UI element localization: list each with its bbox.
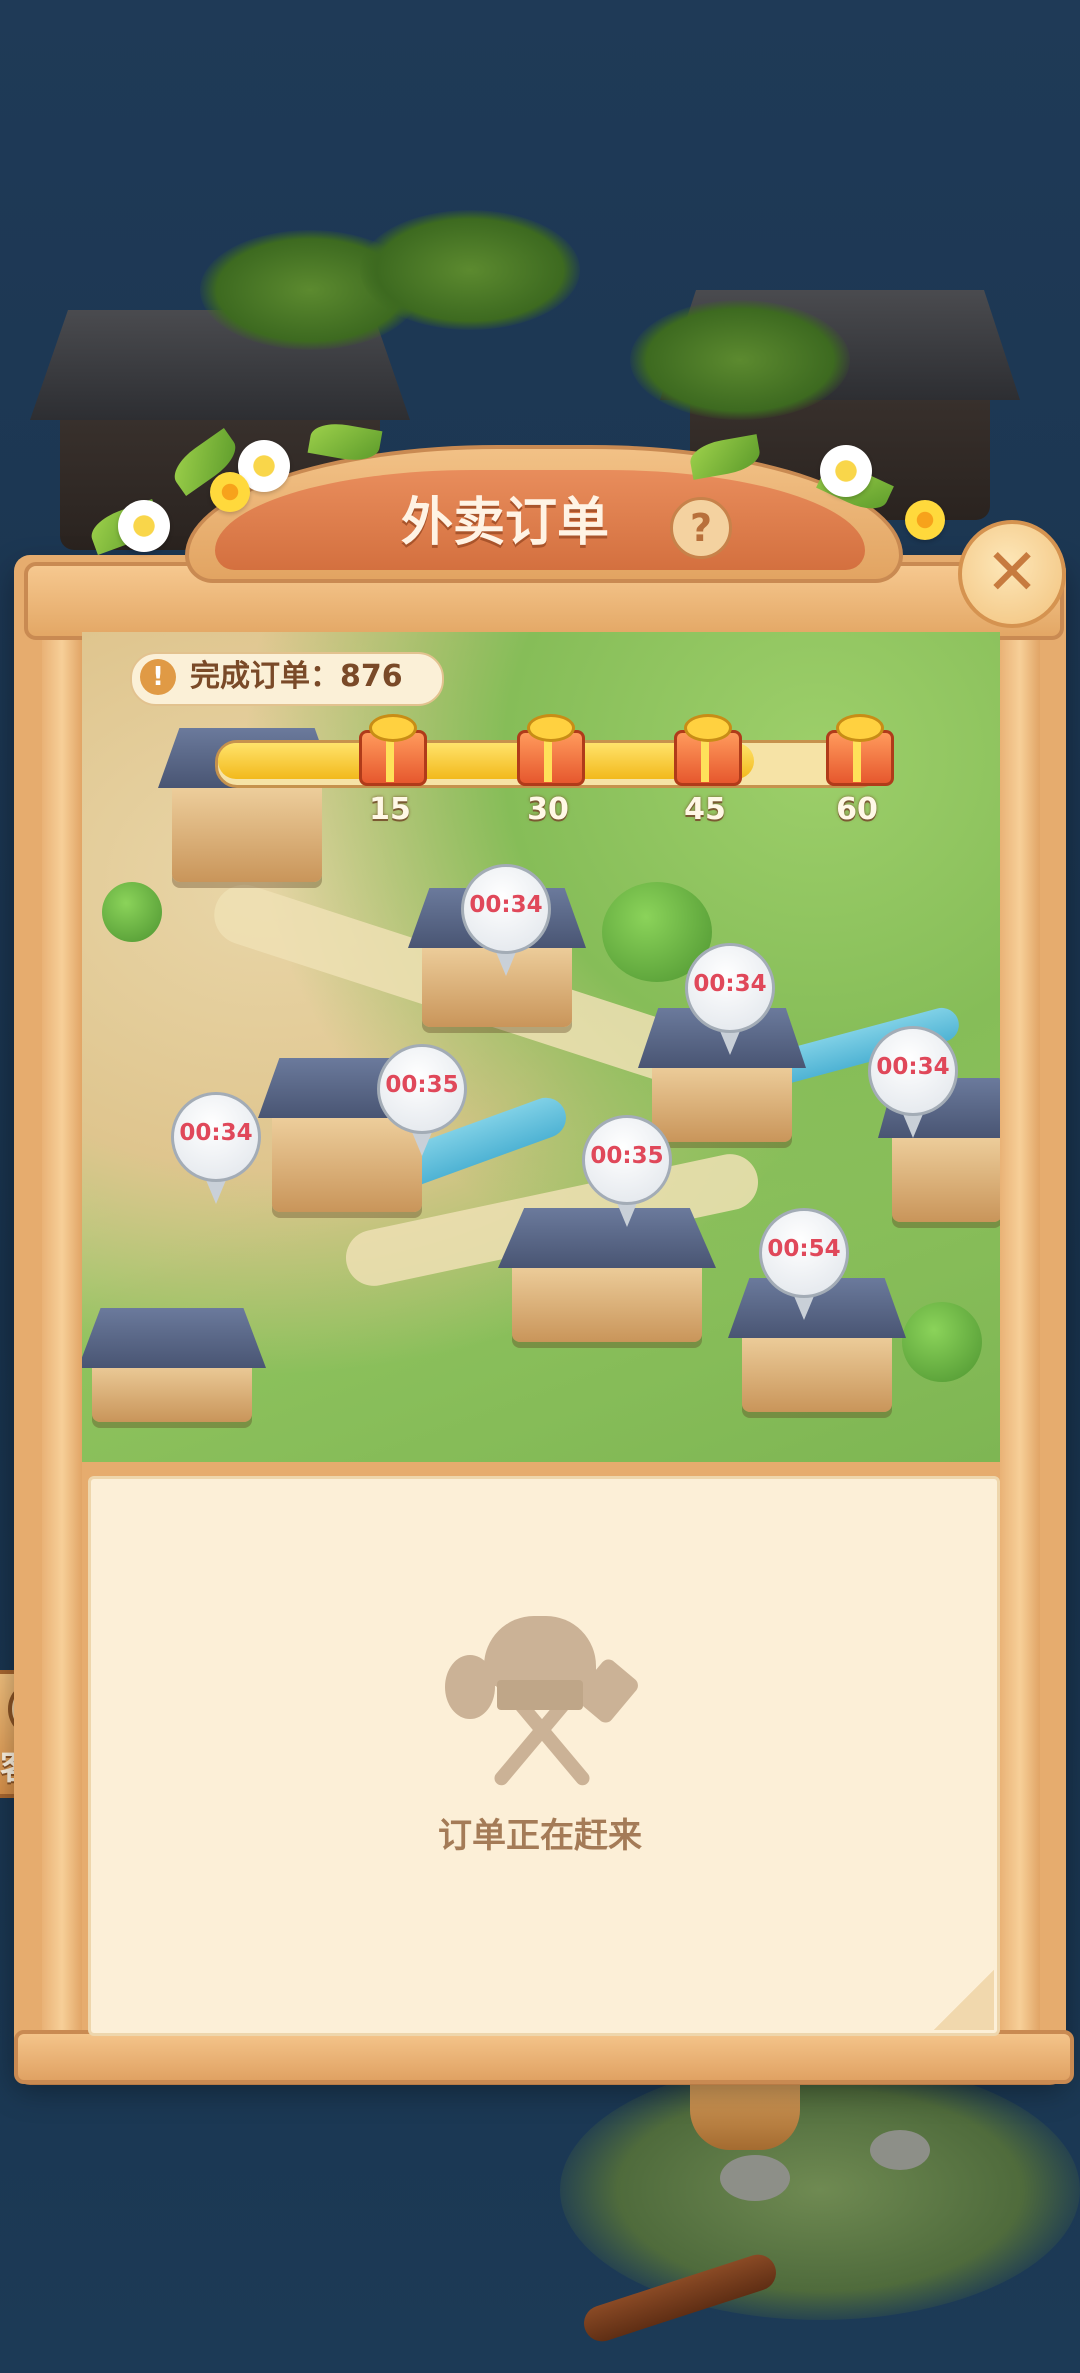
- milestone-label: 45: [684, 792, 726, 827]
- milestone-label: 30: [527, 792, 569, 827]
- background-palm-center: [360, 210, 580, 330]
- background-rock: [720, 2155, 790, 2201]
- chef-hat-band: [497, 1680, 583, 1710]
- alert-icon: !: [140, 659, 176, 695]
- empty-orders-text: 订单正在赶来: [438, 1816, 642, 1856]
- help-button[interactable]: ?: [670, 497, 732, 559]
- order-timer-pin[interactable]: 00:34: [171, 1092, 261, 1212]
- gift-box-icon[interactable]: [355, 712, 427, 786]
- completed-orders-text: 完成订单：876: [190, 659, 403, 694]
- gift-box-icon[interactable]: [822, 712, 894, 786]
- order-timer-pin[interactable]: 00:34: [868, 1026, 958, 1146]
- order-timer-pin[interactable]: 00:35: [377, 1044, 467, 1164]
- order-timer-pin[interactable]: 00:34: [461, 864, 551, 984]
- paper-corner-fold: [934, 1970, 994, 2030]
- milestone-label: 60: [836, 792, 878, 827]
- background-palm-right: [630, 300, 850, 420]
- order-list-area: [88, 1476, 1000, 2036]
- gift-box-icon[interactable]: [513, 712, 585, 786]
- order-timer-pin[interactable]: 00:34: [685, 943, 775, 1063]
- flower-decoration: [820, 445, 872, 497]
- close-button[interactable]: ✕: [958, 520, 1066, 628]
- panel-right-post: [1000, 632, 1040, 2052]
- background-rock: [870, 2130, 930, 2170]
- background-island-bottom: [560, 2060, 1080, 2320]
- flower-decoration: [905, 500, 945, 540]
- order-timer-pin[interactable]: 00:54: [759, 1208, 849, 1328]
- flower-decoration: [118, 500, 170, 552]
- gift-box-icon[interactable]: [670, 712, 742, 786]
- order-timer-pin[interactable]: 00:35: [582, 1115, 672, 1235]
- panel-title: 外卖订单: [400, 493, 609, 553]
- panel-base-beam: [14, 2030, 1074, 2084]
- milestone-label: 15: [369, 792, 411, 827]
- background-fruit-basket: [690, 2080, 800, 2150]
- flower-decoration: [210, 472, 250, 512]
- panel-left-post: [42, 632, 82, 2052]
- completed-orders-count: 876: [340, 659, 403, 694]
